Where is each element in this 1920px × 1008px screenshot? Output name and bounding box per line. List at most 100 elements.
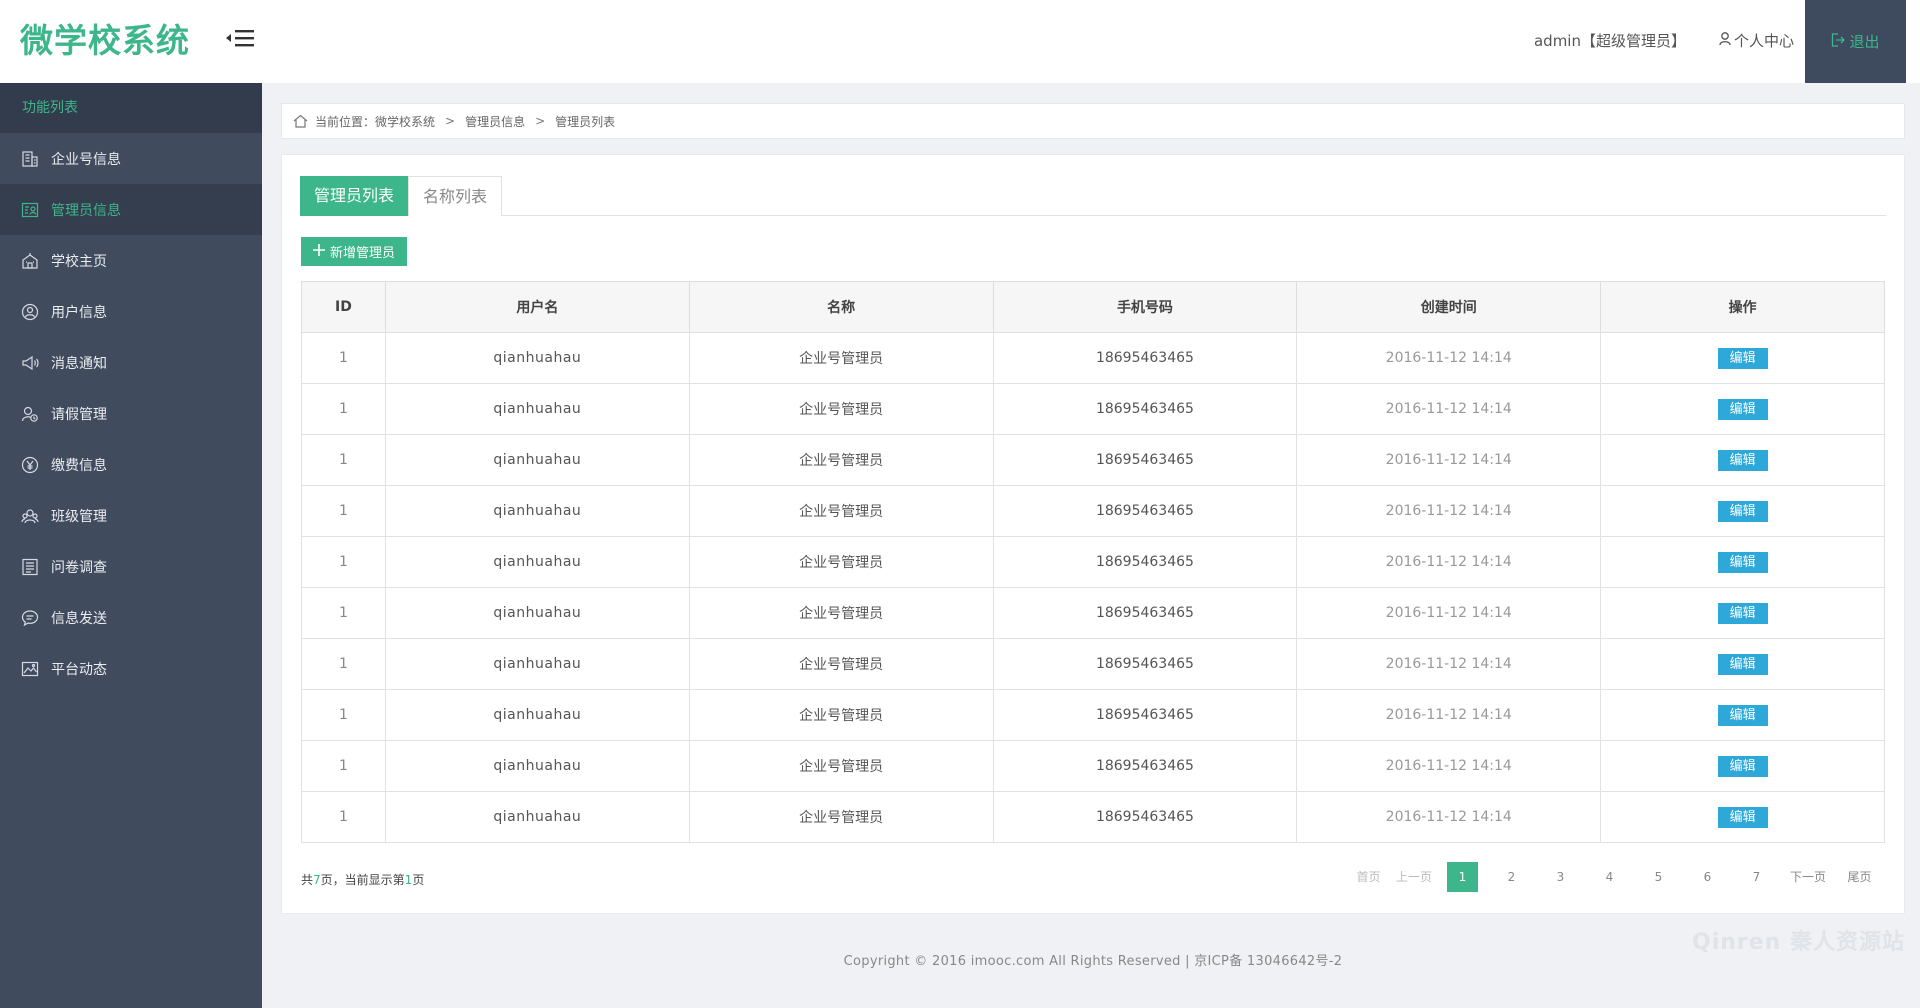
sidebar: 功能列表 企业号信息 管理员信息 学校主页 用户信息 消息通知 请假管理 缴费信… [0,83,262,1008]
watermark: Qinren 秦人资源站 [1692,930,1905,955]
table-body: 1 qianhuahau 企业号管理员 18695463465 2016-11-12 1… [301,332,1885,843]
edit-button[interactable]: 编辑 [1717,398,1768,420]
pager-page-3[interactable]: 3 [1545,862,1576,892]
cell-username: qianhuahau [384,638,690,690]
column-header-id: ID [301,281,386,333]
cell-phone: 18695463465 [992,383,1298,435]
cell-username: qianhuahau [384,536,690,588]
yen-coin-icon [20,455,40,475]
sidebar-item-label: 问卷调查 [51,559,107,576]
pager-prev[interactable]: 上一页 [1396,862,1432,892]
tab-admin-list[interactable]: 管理员列表 [300,176,409,216]
profile-label: 个人中心 [1733,32,1794,50]
cell-actions: 编辑 [1600,485,1885,537]
cell-phone: 18695463465 [992,434,1298,486]
sidebar-item-label: 请假管理 [51,406,107,423]
edit-button[interactable]: 编辑 [1717,806,1768,828]
page-info: 共7页，当前显示第1页 [301,871,424,888]
profile-link[interactable]: 个人中心 [1719,30,1794,52]
page-info-suffix: 页 [412,873,425,887]
sidebar-item-classes[interactable]: 班级管理 [0,490,262,541]
cell-username: qianhuahau [384,791,690,843]
pager-first[interactable]: 首页 [1353,862,1384,892]
cell-phone: 18695463465 [992,740,1298,792]
sidebar-item-label: 消息通知 [51,355,107,372]
cell-phone: 18695463465 [992,791,1298,843]
home-icon[interactable] [293,114,308,128]
edit-button[interactable]: 编辑 [1717,449,1768,471]
pager-page-2[interactable]: 2 [1496,862,1527,892]
edit-button[interactable]: 编辑 [1717,602,1768,624]
add-admin-button[interactable]: 新增管理员 [301,237,408,266]
edit-button[interactable]: 编辑 [1717,755,1768,777]
school-icon [20,251,40,271]
sidebar-item-label: 班级管理 [51,508,107,525]
add-admin-label: 新增管理员 [330,246,396,261]
cell-username: qianhuahau [384,740,690,792]
sidebar-item-messaging[interactable]: 信息发送 [0,592,262,643]
pager-page-5[interactable]: 5 [1643,862,1674,892]
edit-button[interactable]: 编辑 [1717,500,1768,522]
breadcrumb-level2[interactable]: 管理员信息 [465,113,525,130]
pager-page-7[interactable]: 7 [1741,862,1772,892]
pager-page-6[interactable]: 6 [1692,862,1723,892]
breadcrumb-root[interactable]: 当前位置：微学校系统 [315,113,435,130]
table-row: 1 qianhuahau 企业号管理员 18695463465 2016-11-12 1… [301,536,1885,588]
tab-name-list[interactable]: 名称列表 [408,176,503,216]
leave-request-icon [20,404,40,424]
cell-actions: 编辑 [1600,740,1885,792]
sidebar-item-notifications[interactable]: 消息通知 [0,337,262,388]
sidebar-item-school-home[interactable]: 学校主页 [0,235,262,286]
cell-name: 企业号管理员 [688,536,994,588]
tab-bar: 管理员列表 名称列表 [300,176,1886,216]
cell-id: 1 [301,740,386,792]
cell-username: qianhuahau [384,332,690,384]
cell-phone: 18695463465 [992,587,1298,639]
breadcrumb-current: 管理员列表 [555,114,616,129]
edit-button[interactable]: 编辑 [1717,704,1768,726]
footer-copyright: Copyright © 2016 imooc.com All Rights Re… [843,954,1343,969]
edit-button[interactable]: 编辑 [1717,551,1768,573]
cell-created: 2016-11-12 14:14 [1296,434,1602,486]
sidebar-item-platform-news[interactable]: 平台动态 [0,643,262,694]
sidebar-item-admin[interactable]: 管理员信息 [0,184,262,235]
cell-id: 1 [301,689,386,741]
sidebar-item-survey[interactable]: 问卷调查 [0,541,262,592]
cell-username: qianhuahau [384,485,690,537]
cell-phone: 18695463465 [992,536,1298,588]
sidebar-item-users[interactable]: 用户信息 [0,286,262,337]
cell-created: 2016-11-12 14:14 [1296,791,1602,843]
logout-button[interactable]: 退出 [1805,0,1906,83]
cell-created: 2016-11-12 14:14 [1296,740,1602,792]
table-row: 1 qianhuahau 企业号管理员 18695463465 2016-11-12 1… [301,485,1885,537]
pager-last[interactable]: 尾页 [1844,862,1875,892]
table-header-row: ID 用户名 名称 手机号码 创建时间 操作 [301,281,1885,333]
menu-collapse-icon[interactable] [226,28,264,56]
cell-actions: 编辑 [1600,536,1885,588]
column-header-created: 创建时间 [1296,281,1602,333]
pagination: 首页 上一页 1 2 3 4 5 6 7 下一页 尾页 [1347,862,1884,892]
breadcrumb: 当前位置：微学校系统 > 管理员信息 > 管理员列表 [281,103,1905,139]
sidebar-item-enterprise[interactable]: 企业号信息 [0,133,262,184]
cell-created: 2016-11-12 14:14 [1296,536,1602,588]
cell-created: 2016-11-12 14:14 [1296,638,1602,690]
top-header: 微学校系统 admin【超级管理员】 个人中心 退出 [0,0,1920,83]
cell-phone: 18695463465 [992,332,1298,384]
cell-id: 1 [301,332,386,384]
edit-button[interactable]: 编辑 [1717,347,1768,369]
sidebar-item-label: 用户信息 [51,304,107,321]
cell-username: qianhuahau [384,587,690,639]
class-group-icon [20,506,40,526]
cell-created: 2016-11-12 14:14 [1296,689,1602,741]
table-row: 1 qianhuahau 企业号管理员 18695463465 2016-11-12 1… [301,383,1885,435]
sidebar-item-payments[interactable]: 缴费信息 [0,439,262,490]
table-row: 1 qianhuahau 企业号管理员 18695463465 2016-11-12 1… [301,740,1885,792]
app-logo[interactable]: 微学校系统 [20,18,190,64]
edit-button[interactable]: 编辑 [1717,653,1768,675]
pager-page-1[interactable]: 1 [1446,862,1478,892]
cell-phone: 18695463465 [992,689,1298,741]
pager-page-4[interactable]: 4 [1594,862,1625,892]
sidebar-item-leave[interactable]: 请假管理 [0,388,262,439]
pager-next[interactable]: 下一页 [1790,862,1826,892]
table-row: 1 qianhuahau 企业号管理员 18695463465 2016-11-12 1… [301,434,1885,486]
